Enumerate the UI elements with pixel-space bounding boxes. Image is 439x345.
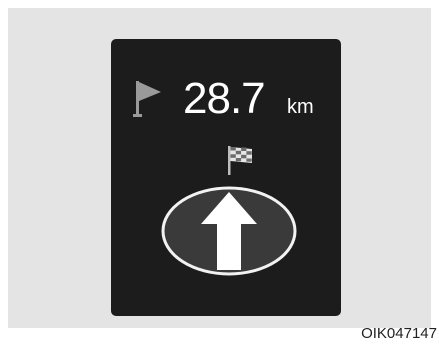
image-code: OIK047147 (361, 325, 437, 342)
cluster-display: 28.7 km (111, 39, 341, 316)
distance-unit: km (287, 96, 314, 118)
start-flag-icon (133, 81, 161, 117)
checkered-flag-icon (228, 146, 252, 175)
distance-value: 28.7 (183, 74, 266, 123)
straight-ahead-arrow-icon (161, 186, 297, 276)
distance-to-destination: 28.7 km (131, 73, 331, 125)
